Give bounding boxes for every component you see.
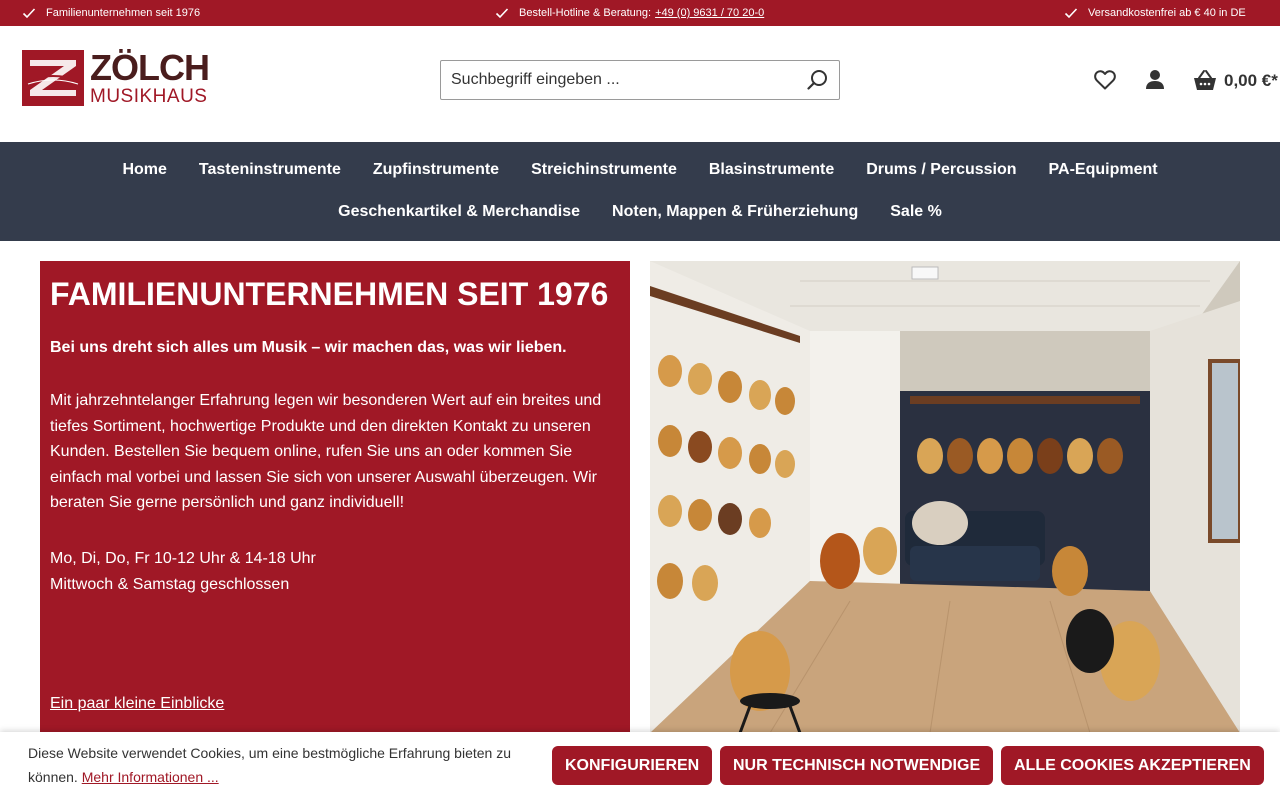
cookie-necessary-button[interactable]: NUR TECHNISCH NOTWENDIGE	[720, 746, 994, 785]
main-navigation: Home Tasteninstrumente Zupfinstrumente S…	[0, 142, 1280, 241]
nav-item-zupfinstrumente[interactable]: Zupfinstrumente	[373, 160, 499, 180]
search-icon[interactable]	[807, 69, 829, 91]
cookie-configure-button[interactable]: KONFIGURIEREN	[552, 746, 713, 785]
top-info-bar: Familienunternehmen seit 1976 Bestell-Ho…	[0, 0, 1280, 26]
cart-button[interactable]: 0,00 €*	[1192, 68, 1278, 94]
topbar-item-family: Familienunternehmen seit 1976	[22, 0, 200, 26]
topbar-family-text: Familienunternehmen seit 1976	[46, 7, 201, 19]
opening-hours: Mo, Di, Do, Fr 10-12 Uhr & 14-18 Uhr Mit…	[50, 546, 620, 597]
showroom-photo	[650, 261, 1240, 733]
nav-row-2: Geschenkartikel & Merchandise Noten, Map…	[0, 202, 1280, 222]
nav-item-streichinstrumente[interactable]: Streichinstrumente	[531, 160, 677, 180]
basket-icon	[1194, 70, 1216, 90]
hours-line-2: Mittwoch & Samstag geschlossen	[50, 575, 290, 593]
site-header: ZÖLCH MUSIKHAUS 0,00 €*	[0, 26, 1280, 142]
check-icon	[495, 8, 509, 19]
nav-item-tasteninstrumente[interactable]: Tasteninstrumente	[199, 160, 341, 180]
cookie-accept-all-button[interactable]: ALLE COOKIES AKZEPTIEREN	[1001, 746, 1264, 785]
logo-mark-icon	[22, 50, 84, 106]
showroom-illustration	[650, 261, 1240, 733]
search-input[interactable]	[441, 62, 791, 98]
logo-line2: MUSIKHAUS	[90, 86, 208, 107]
nav-item-sale[interactable]: Sale %	[890, 202, 942, 222]
cookie-message: Diese Website verwendet Cookies, um eine…	[28, 741, 528, 789]
heart-icon[interactable]	[1093, 68, 1117, 92]
insights-link[interactable]: Ein paar kleine Einblicke	[50, 695, 224, 713]
logo-line1: ZÖLCH	[90, 47, 210, 88]
nav-item-noten-mappen[interactable]: Noten, Mappen & Früherziehung	[612, 202, 858, 222]
search-box	[440, 60, 840, 100]
nav-item-geschenkartikel[interactable]: Geschenkartikel & Merchandise	[338, 202, 580, 222]
nav-row-1: Home Tasteninstrumente Zupfinstrumente S…	[0, 160, 1280, 180]
topbar-hotline-label: Bestell-Hotline & Beratung:	[519, 7, 652, 19]
hero-body: Mit jahrzehntelanger Erfahrung legen wir…	[50, 392, 602, 512]
nav-item-drums-percussion[interactable]: Drums / Percussion	[866, 160, 1016, 180]
cookie-banner: Diese Website verwendet Cookies, um eine…	[0, 732, 1280, 800]
user-icon[interactable]	[1144, 68, 1166, 92]
leather-sofa	[905, 501, 1045, 581]
cookie-more-info-link[interactable]: Mehr Informationen ...	[82, 769, 219, 785]
topbar-item-shipping: Versandkostenfrei ab € 40 in DE	[1064, 0, 1246, 26]
hero-lead: Bei uns dreht sich alles um Musik – wir …	[50, 339, 567, 356]
nav-item-home[interactable]: Home	[122, 160, 166, 180]
nav-item-blasinstrumente[interactable]: Blasinstrumente	[709, 160, 834, 180]
hotline-phone-link[interactable]: +49 (0) 9631 / 70 20-0	[655, 7, 764, 19]
hero-text-box: FAMILIENUNTERNEHMEN SEIT 1976 Bei uns dr…	[40, 261, 630, 741]
check-icon	[1064, 8, 1078, 19]
check-icon	[22, 8, 36, 19]
brand-logo[interactable]: ZÖLCH MUSIKHAUS	[22, 48, 222, 108]
hero-title: FAMILIENUNTERNEHMEN SEIT 1976	[50, 276, 609, 312]
cart-total: 0,00 €*	[1224, 71, 1278, 90]
topbar-item-hotline: Bestell-Hotline & Beratung: +49 (0) 9631 …	[495, 0, 764, 26]
hours-line-1: Mo, Di, Do, Fr 10-12 Uhr & 14-18 Uhr	[50, 549, 316, 567]
topbar-shipping-text: Versandkostenfrei ab € 40 in DE	[1088, 7, 1246, 19]
nav-item-pa-equipment[interactable]: PA-Equipment	[1049, 160, 1158, 180]
